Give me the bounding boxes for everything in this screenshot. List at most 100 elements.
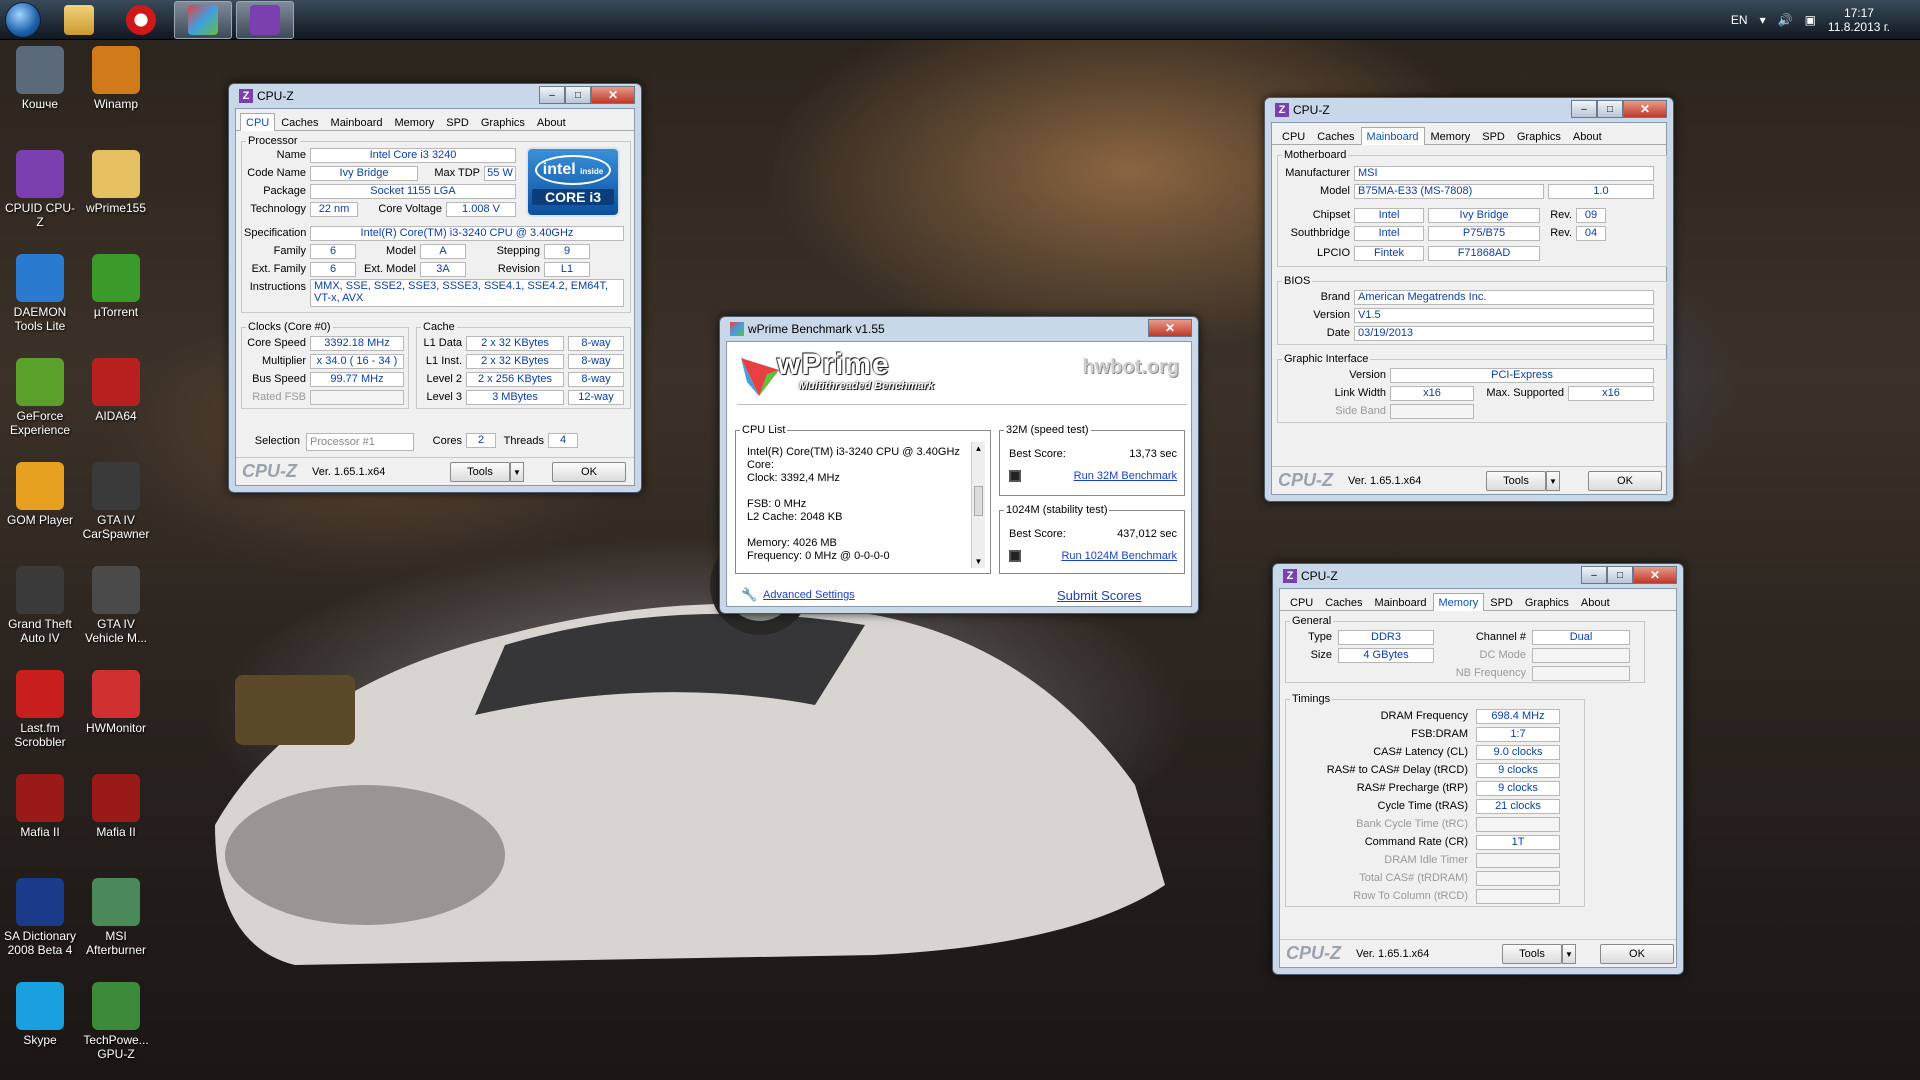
skype-icon	[16, 982, 64, 1030]
tab-mainboard[interactable]: Mainboard	[1360, 127, 1425, 145]
timing-label: RAS# to CAS# Delay (tRCD)	[1326, 764, 1468, 776]
tab-graphics[interactable]: Graphics	[1511, 127, 1567, 144]
desktop-icon[interactable]: AIDA64	[78, 358, 154, 423]
minimize-button[interactable]: –	[1581, 566, 1607, 584]
desktop-icon[interactable]: CPUID CPU-Z	[2, 150, 78, 229]
desktop-icon[interactable]: DAEMON Tools Lite	[2, 254, 78, 333]
floppy-icon	[1009, 470, 1021, 482]
speed-best-label: Best Score:	[1009, 448, 1066, 460]
ok-button[interactable]: OK	[1600, 944, 1674, 964]
desktop-icon[interactable]: GeForce Experience	[2, 358, 78, 437]
tools-button[interactable]: Tools	[1486, 471, 1546, 491]
maximize-button[interactable]: □	[1597, 100, 1623, 118]
scroll-down-icon[interactable]: ▼	[972, 555, 985, 568]
gta-iv-icon	[92, 462, 140, 510]
selection-dropdown[interactable]: Processor #1	[306, 433, 414, 451]
tools-dropdown-arrow[interactable]: ▼	[1562, 944, 1576, 964]
tools-dropdown-arrow[interactable]: ▼	[510, 462, 524, 482]
taskbar-cpuz-button[interactable]	[236, 0, 294, 39]
tray-expand-icon[interactable]: ▾	[1760, 13, 1766, 27]
start-button[interactable]	[0, 0, 46, 40]
tab-cpu[interactable]: CPU	[1276, 127, 1311, 144]
desktop-icon[interactable]: Grand Theft Auto IV	[2, 566, 78, 645]
close-button[interactable]: ✕	[1623, 100, 1667, 118]
scroll-up-icon[interactable]: ▲	[972, 442, 985, 455]
timing-value	[1476, 817, 1560, 832]
tab-spd[interactable]: SPD	[440, 113, 475, 130]
tab-memory[interactable]: Memory	[1432, 593, 1485, 611]
desktop-icon[interactable]: TechPowe... GPU-Z	[78, 982, 154, 1061]
geforce-icon	[16, 358, 64, 406]
desktop-icon[interactable]: wPrime155	[78, 150, 154, 215]
cpu-list-scrollbar[interactable]: ▲ ▼	[971, 442, 985, 568]
folder-icon	[64, 4, 94, 35]
tab-cpu[interactable]: CPU	[240, 113, 276, 131]
tab-caches[interactable]: Caches	[1319, 593, 1368, 610]
hwbot-logo[interactable]: hwbot.org	[1082, 356, 1179, 379]
desktop-icon[interactable]: Mafia II	[2, 774, 78, 839]
minimize-button[interactable]: –	[1571, 100, 1597, 118]
run-32m-link[interactable]: Run 32M Benchmark	[1027, 470, 1177, 482]
tab-spd[interactable]: SPD	[1476, 127, 1511, 144]
window-titlebar[interactable]: wPrime Benchmark v1.55 ✕	[726, 317, 1192, 341]
chipset-rev-value: 09	[1576, 208, 1606, 223]
desktop-icon[interactable]: MSI Afterburner	[78, 878, 154, 957]
desktop-icon[interactable]: SA Dictionary 2008 Beta 4	[2, 878, 78, 957]
advanced-settings-link[interactable]: Advanced Settings	[763, 589, 855, 601]
taskbar-opera-button[interactable]	[112, 1, 170, 39]
taskbar-wprime-button[interactable]	[174, 0, 232, 39]
tab-graphics[interactable]: Graphics	[475, 113, 531, 130]
language-indicator[interactable]: EN	[1731, 13, 1748, 27]
taskbar-explorer-button[interactable]	[50, 1, 108, 39]
tab-graphics[interactable]: Graphics	[1519, 593, 1575, 610]
tab-mainboard[interactable]: Mainboard	[1369, 593, 1433, 610]
ok-button[interactable]: OK	[552, 462, 626, 482]
tab-about[interactable]: About	[531, 113, 572, 130]
tab-caches[interactable]: Caches	[1311, 127, 1360, 144]
volume-icon[interactable]: 🔊	[1778, 13, 1793, 27]
tools-dropdown-arrow[interactable]: ▼	[1546, 471, 1560, 491]
tab-memory[interactable]: Memory	[1425, 127, 1477, 144]
desktop-icon[interactable]: HWMonitor	[78, 670, 154, 735]
timing-label: FSB:DRAM	[1411, 728, 1468, 740]
minimize-button[interactable]: –	[539, 86, 565, 104]
bios-legend: BIOS	[1284, 275, 1311, 287]
desktop-icon[interactable]: Skype	[2, 982, 78, 1047]
tab-spd[interactable]: SPD	[1484, 593, 1519, 610]
desktop-icon[interactable]: µTorrent	[78, 254, 154, 319]
tab-memory[interactable]: Memory	[389, 113, 441, 130]
window-titlebar[interactable]: Z CPU-Z – □ ✕	[1279, 564, 1677, 588]
desktop-icon[interactable]: GTA IV Vehicle M...	[78, 566, 154, 645]
cpuz-mainboard-window: Z CPU-Z – □ ✕ CPU Caches Mainboard Memory …	[1264, 97, 1674, 502]
cpu-list-box[interactable]: Intel(R) Core(TM) i3-3240 CPU @ 3.40GHz C…	[741, 442, 985, 568]
close-button[interactable]: ✕	[1633, 566, 1677, 584]
run-1024m-link[interactable]: Run 1024M Benchmark	[1027, 550, 1177, 562]
maximize-button[interactable]: □	[565, 86, 591, 104]
close-button[interactable]: ✕	[1148, 319, 1192, 337]
submit-scores-link[interactable]: Submit Scores	[1057, 588, 1142, 603]
tools-button[interactable]: Tools	[450, 462, 510, 482]
tab-caches[interactable]: Caches	[275, 113, 324, 130]
scroll-thumb[interactable]	[974, 486, 983, 516]
tab-about[interactable]: About	[1567, 127, 1608, 144]
desktop-icon[interactable]: Winamp	[78, 46, 154, 111]
network-icon[interactable]: ▣	[1805, 13, 1816, 27]
tab-about[interactable]: About	[1575, 593, 1616, 610]
desktop-icon[interactable]: Last.fm Scrobbler	[2, 670, 78, 749]
desktop-icon[interactable]: Mafia II	[78, 774, 154, 839]
desktop-icon-label: MSI Afterburner	[85, 929, 147, 957]
desktop-icon[interactable]: Кошче	[2, 46, 78, 111]
ok-button[interactable]: OK	[1588, 471, 1662, 491]
desktop-icon[interactable]: GOM Player	[2, 462, 78, 527]
window-titlebar[interactable]: Z CPU-Z – □ ✕	[235, 84, 635, 108]
tab-mainboard[interactable]: Mainboard	[325, 113, 389, 130]
tab-cpu[interactable]: CPU	[1284, 593, 1319, 610]
southbridge-rev-value: 04	[1576, 226, 1606, 241]
tray-clock[interactable]: 17:17 11.8.2013 г.	[1828, 6, 1890, 34]
tools-button[interactable]: Tools	[1502, 944, 1562, 964]
utorrent-icon	[92, 254, 140, 302]
window-titlebar[interactable]: Z CPU-Z – □ ✕	[1271, 98, 1667, 122]
desktop-icon[interactable]: GTA IV CarSpawner	[78, 462, 154, 541]
close-button[interactable]: ✕	[591, 86, 635, 104]
maximize-button[interactable]: □	[1607, 566, 1633, 584]
